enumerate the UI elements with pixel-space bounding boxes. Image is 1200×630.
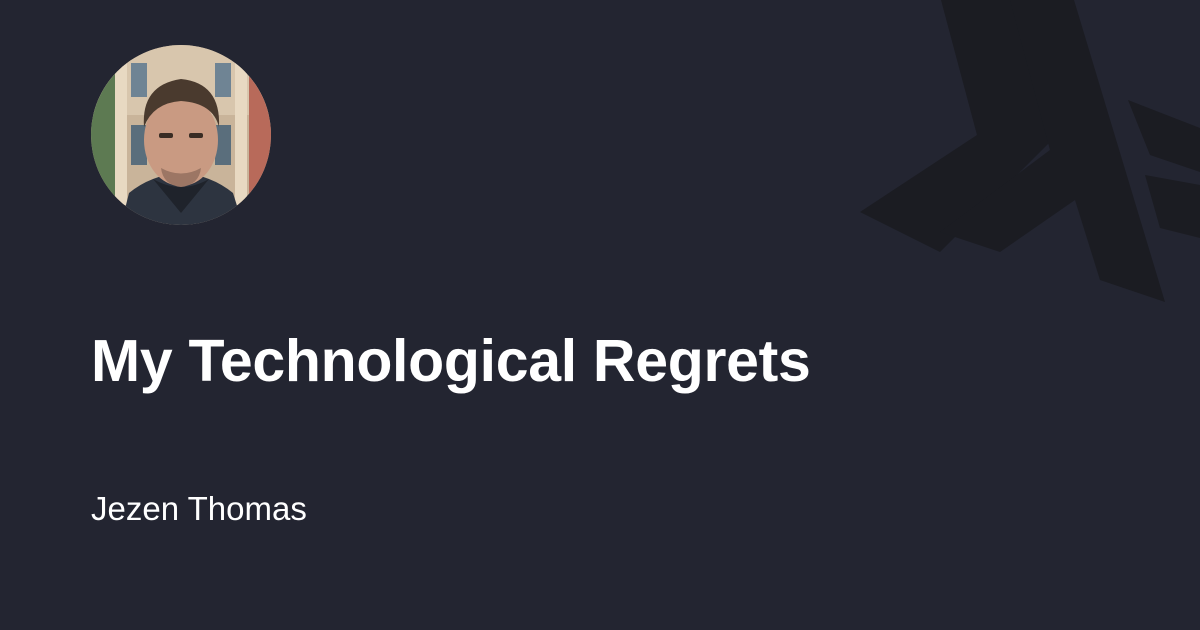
page-title: My Technological Regrets bbox=[91, 328, 811, 394]
author-photo bbox=[91, 45, 271, 225]
author-name: Jezen Thomas bbox=[91, 490, 307, 527]
avatar bbox=[91, 45, 271, 225]
social-card: My Technological Regrets Jezen Thomas bbox=[0, 0, 1200, 630]
